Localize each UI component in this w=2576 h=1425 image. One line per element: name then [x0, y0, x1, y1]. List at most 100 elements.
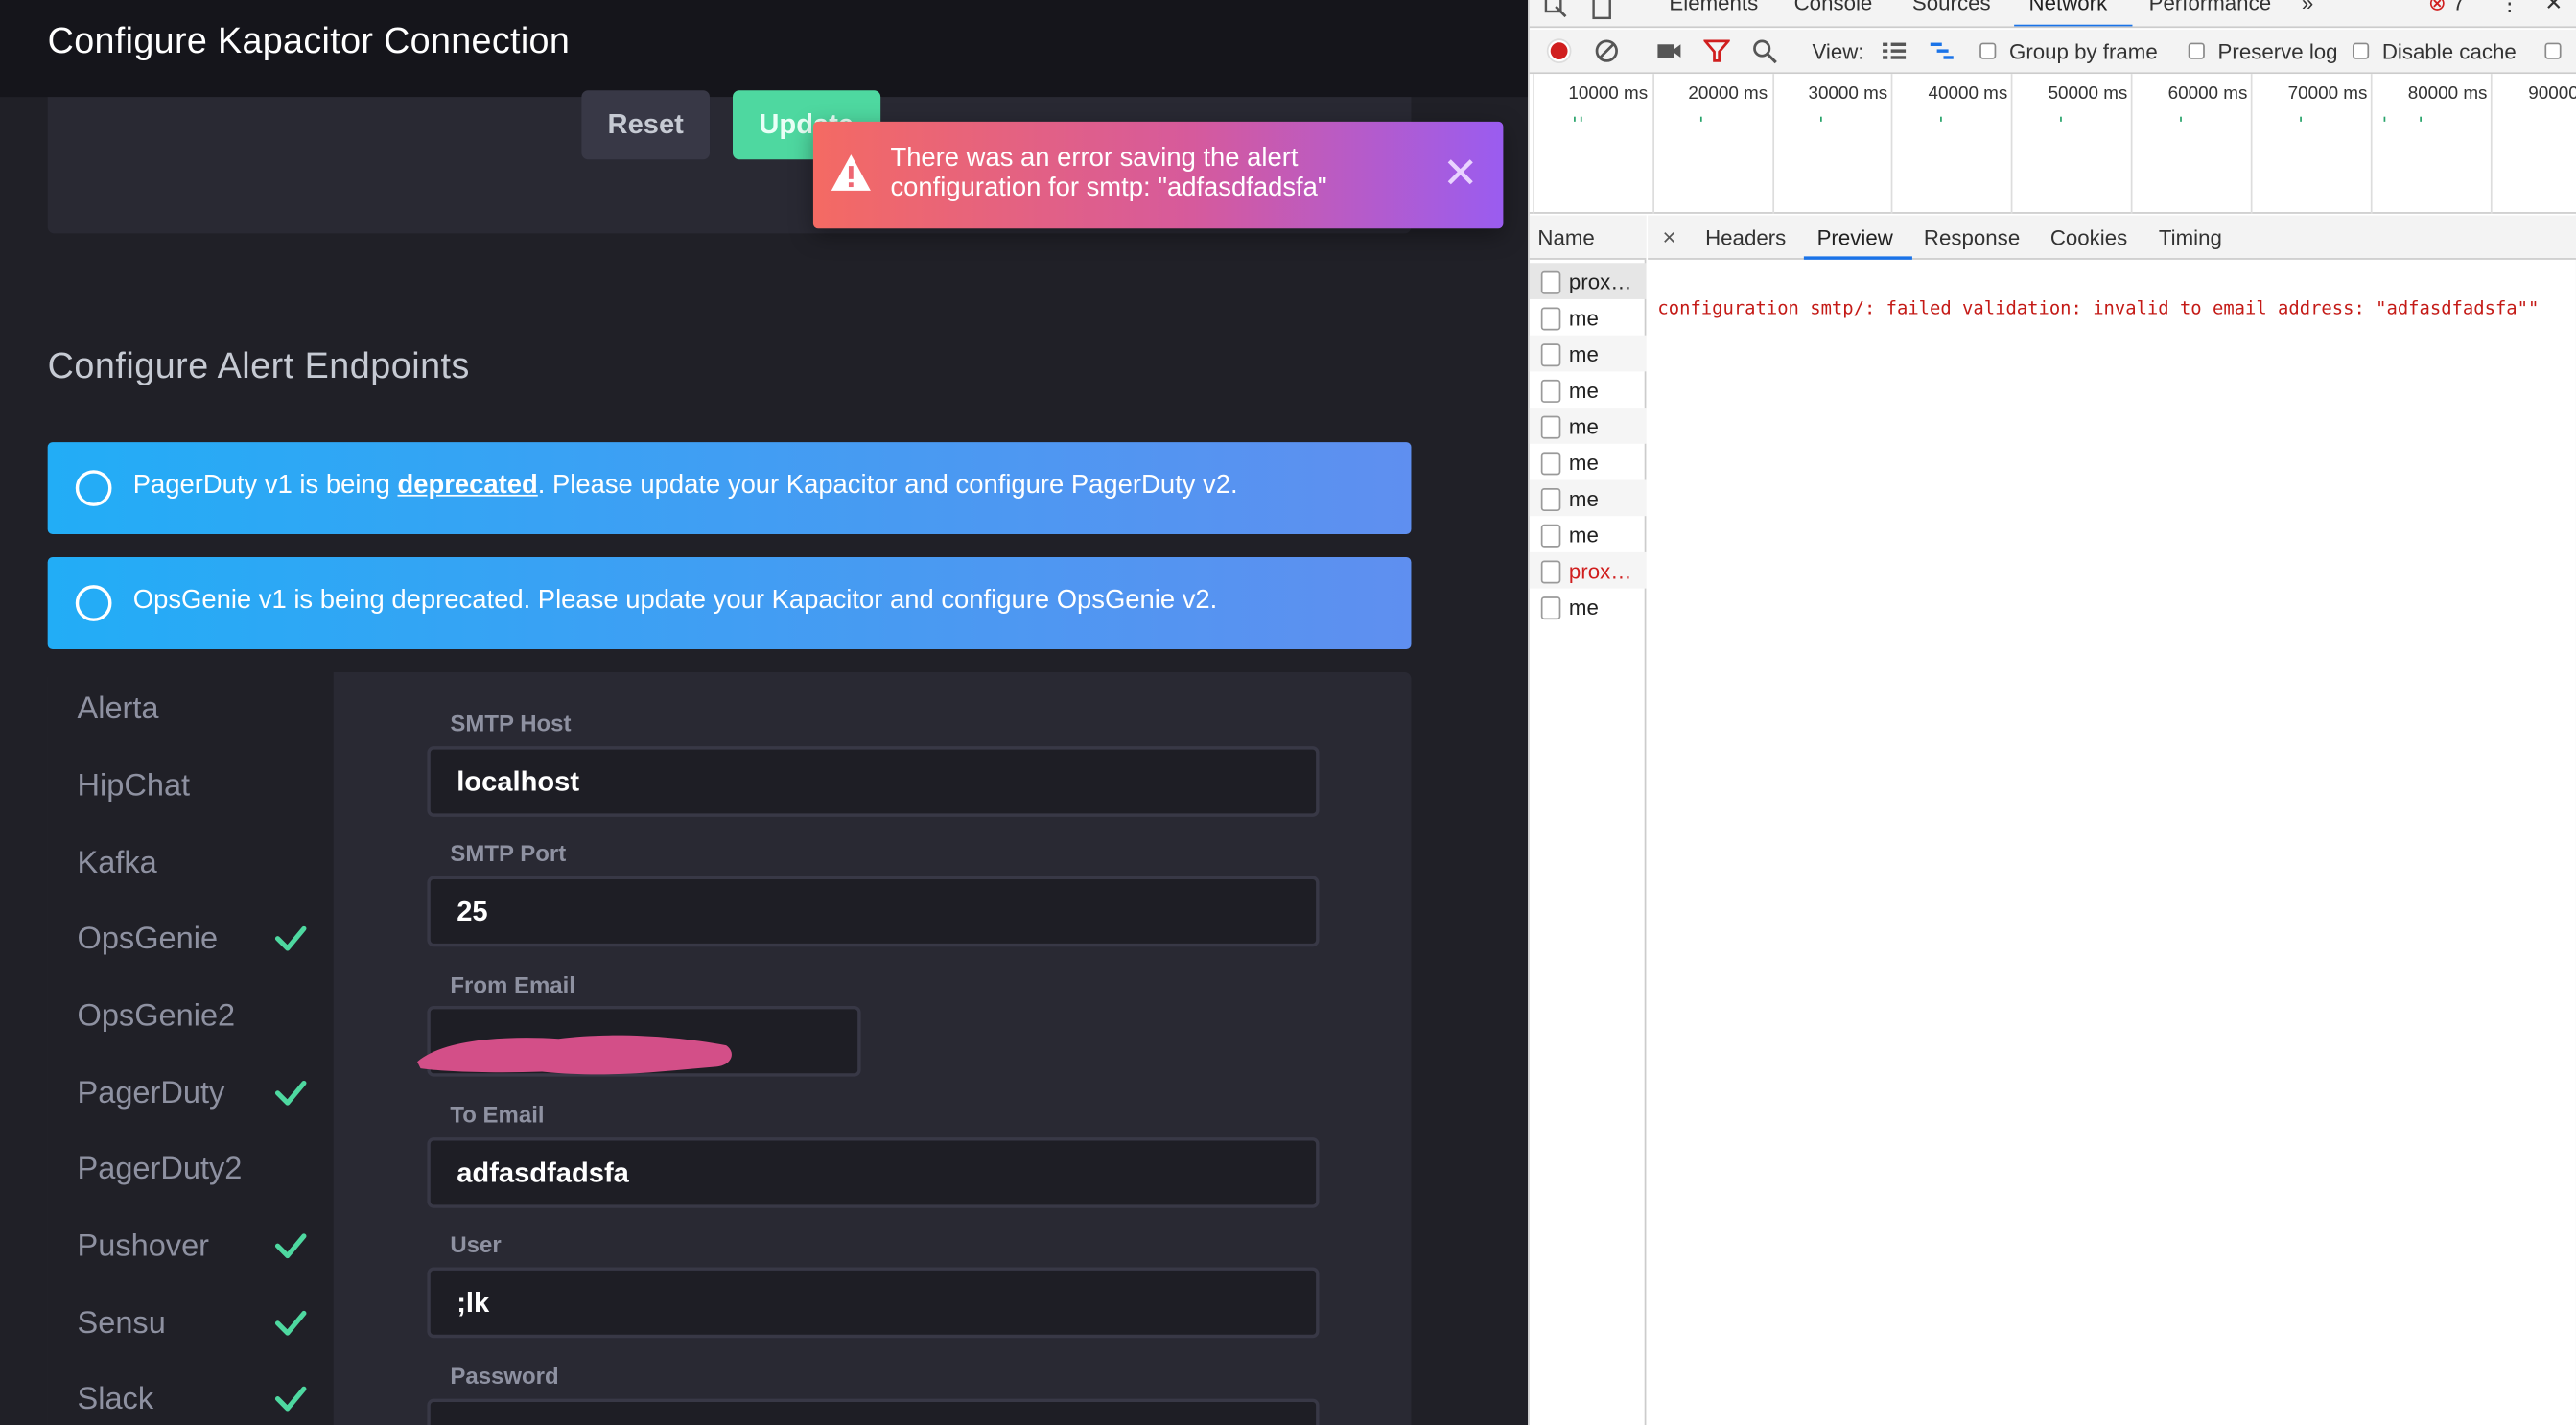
tab-sources[interactable]: Sources — [1912, 0, 1991, 14]
tab-performance[interactable]: Performance — [2149, 0, 2271, 14]
error-badge-icon[interactable]: ⊗ — [2428, 0, 2447, 16]
request-row[interactable]: prox… — [1529, 263, 1647, 299]
request-row[interactable]: me — [1529, 479, 1647, 517]
checkmark-icon — [274, 925, 307, 951]
inspect-element-icon[interactable] — [1543, 0, 1569, 20]
offline-checkbox[interactable] — [2544, 42, 2562, 59]
request-row[interactable]: me — [1530, 444, 1647, 480]
document-icon — [1540, 307, 1561, 331]
timeline-gridline — [2490, 74, 2493, 214]
screen: Configure Kapacitor Connection Reset Upd… — [0, 0, 2576, 1425]
tab-cookies[interactable]: Cookies — [2050, 225, 2127, 250]
password-label: Password — [450, 1362, 559, 1390]
timeline-request-mark — [2180, 116, 2182, 122]
close-icon[interactable]: ✕ — [1442, 152, 1479, 195]
timeline-tick: 90000 — [2528, 83, 2576, 104]
close-detail-icon[interactable]: × — [1663, 223, 1676, 249]
page-header: Configure Kapacitor Connection — [0, 0, 1529, 98]
record-icon[interactable] — [1546, 37, 1572, 63]
preserve-log-checkbox[interactable] — [2188, 42, 2205, 59]
close-devtools-icon[interactable]: ✕ — [2544, 0, 2563, 16]
request-row-error[interactable]: prox… — [1529, 551, 1647, 589]
devtools-tab-bar: Elements Console Sources Network Perform… — [1529, 0, 2576, 29]
tab-elements[interactable]: Elements — [1669, 0, 1758, 14]
sidebar-item-opsgenie2[interactable]: OpsGenie2 — [48, 983, 334, 1049]
request-name: me — [1568, 378, 1599, 403]
smtp-port-label: SMTP Port — [450, 839, 567, 867]
request-list: Name prox… me me me me me me me prox… me — [1529, 215, 1647, 1425]
view-label: View: — [1812, 39, 1864, 64]
checkmark-icon — [274, 1386, 307, 1412]
reset-button[interactable]: Reset — [581, 90, 711, 160]
document-icon — [1540, 343, 1561, 367]
deprecated-link[interactable]: deprecated — [398, 472, 538, 500]
to-email-input[interactable]: adfasdfadsfa — [427, 1137, 1320, 1208]
sidebar-item-sensu[interactable]: Sensu — [48, 1290, 334, 1356]
sidebar-item-alerta[interactable]: Alerta — [48, 675, 334, 741]
more-tabs-icon[interactable]: » — [2302, 0, 2313, 14]
disable-cache-label: Disable cache — [2381, 39, 2517, 64]
banner-text-suffix: . Please update your Kapacitor and confi… — [537, 471, 1238, 501]
kebab-menu-icon[interactable]: ⋮ — [2498, 0, 2519, 16]
request-row[interactable]: me — [1530, 589, 1647, 625]
tab-headers[interactable]: Headers — [1705, 225, 1786, 250]
sidebar-item-label: Pushover — [77, 1229, 210, 1265]
waterfall-icon[interactable] — [1929, 37, 1955, 63]
clear-icon[interactable] — [1594, 37, 1620, 63]
network-toolbar: View: Group by frame Preserve log Disabl… — [1529, 29, 2576, 75]
sidebar-item-slack[interactable]: Slack — [48, 1366, 334, 1425]
request-name: me — [1568, 523, 1599, 548]
sidebar-item-hipchat[interactable]: HipChat — [48, 753, 334, 819]
from-email-label: From Email — [450, 970, 575, 998]
sidebar-item-pushover[interactable]: Pushover — [48, 1213, 334, 1279]
document-icon — [1540, 379, 1561, 403]
group-by-frame-checkbox[interactable] — [1979, 42, 1997, 59]
sidebar-item-opsgenie[interactable]: OpsGenie — [48, 905, 334, 971]
tab-network[interactable]: Network — [2029, 0, 2108, 14]
name-column-header[interactable]: Name — [1529, 215, 1647, 260]
timeline-request-mark — [2300, 116, 2302, 122]
sidebar-item-pagerduty2[interactable]: PagerDuty2 — [48, 1135, 334, 1202]
error-count: 7 — [2452, 0, 2465, 15]
banner-text: OpsGenie v1 is being deprecated. Please … — [132, 586, 1218, 616]
sidebar-item-label: Kafka — [77, 846, 157, 881]
filter-icon[interactable] — [1703, 37, 1730, 63]
smtp-host-label: SMTP Host — [450, 710, 572, 736]
tab-response[interactable]: Response — [1924, 225, 2020, 250]
redaction-scribble — [417, 1035, 732, 1075]
sidebar-item-label: Sensu — [77, 1306, 166, 1342]
sidebar-item-label: OpsGenie2 — [77, 999, 236, 1035]
request-row[interactable]: me — [1529, 408, 1647, 444]
smtp-host-input[interactable]: localhost — [427, 746, 1320, 817]
screenshot-camera-icon[interactable] — [1656, 37, 1682, 63]
active-tab-indicator — [2014, 24, 2133, 27]
sidebar-item-label: OpsGenie — [77, 922, 219, 957]
checkmark-icon — [274, 1080, 307, 1106]
tab-preview[interactable]: Preview — [1817, 225, 1893, 250]
request-row[interactable]: me — [1530, 371, 1647, 408]
tab-console[interactable]: Console — [1794, 0, 1873, 14]
password-input[interactable] — [427, 1398, 1320, 1425]
device-toolbar-icon[interactable] — [1588, 0, 1614, 20]
smtp-port-input[interactable]: 25 — [427, 876, 1320, 947]
timeline-request-mark — [1820, 116, 1822, 122]
request-row[interactable]: me — [1530, 299, 1647, 336]
active-tab-indicator — [1803, 256, 1912, 260]
timeline-tick: 60000 ms — [2167, 83, 2248, 104]
request-row[interactable]: me — [1529, 335, 1647, 372]
request-row[interactable]: me — [1530, 516, 1647, 552]
user-input[interactable]: ;lk — [427, 1267, 1320, 1339]
timeline-tick: 10000 ms — [1568, 83, 1649, 104]
large-rows-icon[interactable] — [1881, 37, 1907, 63]
sidebar-item-label: PagerDuty — [77, 1076, 225, 1111]
search-icon[interactable] — [1751, 37, 1777, 64]
timeline-request-mark — [1574, 116, 1576, 122]
sidebar-item-pagerduty[interactable]: PagerDuty — [48, 1061, 334, 1127]
tab-timing[interactable]: Timing — [2159, 225, 2222, 250]
chronograf-app: Configure Kapacitor Connection Reset Upd… — [0, 0, 1529, 1425]
timeline-request-mark — [1940, 116, 1942, 122]
section-title: Configure Alert Endpoints — [47, 344, 470, 386]
disable-cache-checkbox[interactable] — [2353, 42, 2370, 59]
sidebar-item-kafka[interactable]: Kafka — [48, 830, 334, 897]
network-overview-timeline[interactable]: 10000 ms 20000 ms 30000 ms 40000 ms 5000… — [1529, 74, 2576, 214]
